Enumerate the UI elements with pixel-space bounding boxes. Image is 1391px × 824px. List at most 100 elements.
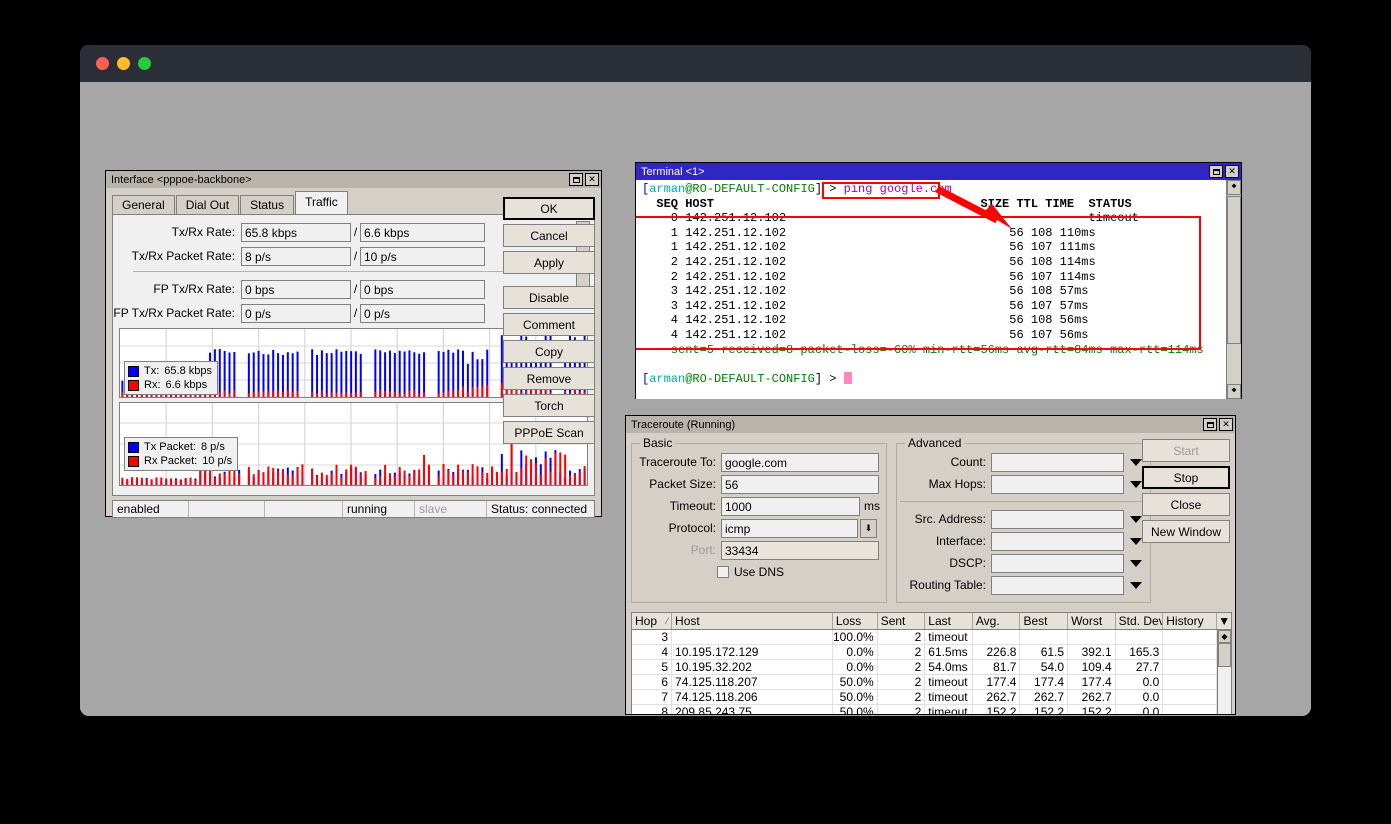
column-header-best[interactable]: Best <box>1020 613 1068 629</box>
cell-history <box>1163 630 1217 644</box>
input-interface[interactable] <box>991 532 1124 551</box>
legend-tx-packet-value: 8 p/s <box>201 440 225 454</box>
table-row[interactable]: 3100.0%2timeout <box>632 630 1231 645</box>
traceroute-titlebar[interactable]: Traceroute (Running) ✕ <box>626 416 1235 433</box>
scroll-up-icon[interactable]: ◆ <box>1218 630 1231 643</box>
terminal-titlebar[interactable]: Terminal <1> ✕ <box>636 163 1241 180</box>
cell-history <box>1163 660 1217 674</box>
scroll-down-icon[interactable]: ◆ <box>1227 384 1241 399</box>
legend-rx-packet-value: 10 p/s <box>202 454 232 468</box>
table-scrollbar[interactable]: ◆ <box>1217 630 1231 715</box>
column-header-worst[interactable]: Worst <box>1068 613 1116 629</box>
disable-button[interactable]: Disable <box>503 286 595 309</box>
input-timeout[interactable]: 1000 <box>721 497 860 516</box>
input-fp-rx-rate[interactable]: 0 bps <box>360 280 485 299</box>
protocol-dropdown-icon[interactable]: ⬇ <box>860 519 877 538</box>
cell-avg: 81.7 <box>973 660 1021 674</box>
input-count[interactable] <box>991 453 1124 472</box>
max-hops-dropdown-icon[interactable] <box>1130 481 1142 488</box>
close-button[interactable]: Close <box>1142 493 1230 516</box>
input-packet-size[interactable]: 56 <box>721 475 879 494</box>
input-max-hops[interactable] <box>991 475 1124 494</box>
copy-button[interactable]: Copy <box>503 340 595 363</box>
scroll-up-icon[interactable]: ◆ <box>1227 180 1241 195</box>
table-scroll-thumb[interactable] <box>1218 643 1231 667</box>
routing-table-dropdown-icon[interactable] <box>1130 582 1142 589</box>
stop-button[interactable]: Stop <box>1142 466 1230 489</box>
input-rx-packet-rate[interactable]: 10 p/s <box>360 247 485 266</box>
remove-button[interactable]: Remove <box>503 367 595 390</box>
ping-row-4: 2 142.251.12.102 56 107 114ms <box>642 270 1096 284</box>
comment-button[interactable]: Comment <box>503 313 595 336</box>
maximize-window-dot[interactable] <box>138 57 151 70</box>
close-icon[interactable]: ✕ <box>1225 165 1239 178</box>
input-fp-tx-packet-rate[interactable]: 0 p/s <box>241 304 351 323</box>
table-row[interactable]: 410.195.172.1290.0%261.5ms226.861.5392.1… <box>632 645 1231 660</box>
close-window-dot[interactable] <box>96 57 109 70</box>
apply-button[interactable]: Apply <box>503 251 595 274</box>
dscp-dropdown-icon[interactable] <box>1130 560 1142 567</box>
close-icon[interactable]: ✕ <box>585 173 599 186</box>
legend-tx-packet: Tx Packet: 8 p/s <box>128 440 232 454</box>
terminal-scrollbar[interactable]: ◆ ◆ <box>1226 180 1241 399</box>
input-traceroute-to[interactable]: google.com <box>721 453 879 472</box>
input-tx-packet-rate[interactable]: 8 p/s <box>241 247 351 266</box>
start-button[interactable]: Start <box>1142 439 1230 462</box>
column-header-avg[interactable]: Avg. <box>973 613 1021 629</box>
terminal-scroll-thumb[interactable] <box>1227 196 1241 344</box>
cell-worst: 152.2 <box>1068 705 1116 715</box>
restore-icon[interactable] <box>1203 418 1217 431</box>
restore-icon[interactable] <box>569 173 583 186</box>
torch-button[interactable]: Torch <box>503 394 595 417</box>
interface-statusbar: enabled running slave Status: connected <box>112 500 595 518</box>
input-fp-tx-rate[interactable]: 0 bps <box>241 280 351 299</box>
table-row[interactable]: 674.125.118.20750.0%2timeout177.4177.417… <box>632 675 1231 690</box>
count-dropdown-icon[interactable] <box>1130 459 1142 466</box>
use-dns-label: Use DNS <box>729 565 784 579</box>
interface-dropdown-icon[interactable] <box>1130 538 1142 545</box>
row-use-dns: Use DNS <box>631 561 887 583</box>
input-dscp[interactable] <box>991 554 1124 573</box>
use-dns-checkbox[interactable] <box>717 566 729 578</box>
column-header-history[interactable]: History <box>1163 613 1217 629</box>
column-header-std-dev[interactable]: Std. Dev. <box>1116 613 1164 629</box>
close-icon[interactable]: ✕ <box>1219 418 1233 431</box>
column-header-loss[interactable]: Loss <box>833 613 878 629</box>
sep-3: / <box>351 306 360 320</box>
table-row[interactable]: 510.195.32.2020.0%254.0ms81.754.0109.427… <box>632 660 1231 675</box>
cell-hop: 5 <box>632 660 672 674</box>
ok-button[interactable]: OK <box>503 197 595 220</box>
table-column-menu-icon[interactable]: ▼ <box>1217 613 1231 629</box>
tab-general[interactable]: General <box>112 195 175 214</box>
terminal-body[interactable]: [arman@RO-DEFAULT-CONFIG] > ping google.… <box>636 180 1241 399</box>
minimize-window-dot[interactable] <box>117 57 130 70</box>
cancel-button[interactable]: Cancel <box>503 224 595 247</box>
column-header-sent[interactable]: Sent <box>878 613 926 629</box>
pppoe-scan-button[interactable]: PPPoE Scan <box>503 421 595 444</box>
ping-row-8: 4 142.251.12.102 56 107 56ms <box>642 328 1088 342</box>
terminal-command: ping google.com <box>844 182 952 196</box>
tab-status[interactable]: Status <box>240 195 294 214</box>
table-row[interactable]: 774.125.118.20650.0%2timeout262.7262.726… <box>632 690 1231 705</box>
status-enabled: enabled <box>113 501 189 517</box>
input-src-address[interactable] <box>991 510 1124 529</box>
column-header-host[interactable]: Host <box>672 613 833 629</box>
new-window-button[interactable]: New Window <box>1142 520 1230 543</box>
input-tx-rate[interactable]: 65.8 kbps <box>241 223 351 242</box>
tab-traffic[interactable]: Traffic <box>295 191 348 214</box>
src-address-dropdown-icon[interactable] <box>1130 516 1142 523</box>
input-rx-rate[interactable]: 6.6 kbps <box>360 223 485 242</box>
column-header-hop[interactable]: Hop⁄ <box>632 613 672 629</box>
interface-window-titlebar[interactable]: Interface <pppoe-backbone> ✕ <box>106 171 601 188</box>
traceroute-form: Basic Traceroute To: google.com Packet S… <box>626 433 1235 609</box>
tab-dial-out[interactable]: Dial Out <box>176 195 239 214</box>
input-routing-table[interactable] <box>991 576 1124 595</box>
table-row[interactable]: 8209.85.243.7550.0%2timeout152.2152.2152… <box>632 705 1231 715</box>
row-max-hops: Max Hops: <box>896 473 1151 495</box>
column-header-last[interactable]: Last <box>925 613 973 629</box>
restore-icon[interactable] <box>1209 165 1223 178</box>
cell-hop: 4 <box>632 645 672 659</box>
input-fp-rx-packet-rate[interactable]: 0 p/s <box>360 304 485 323</box>
cell-sent: 2 <box>878 690 926 704</box>
input-protocol[interactable]: icmp <box>721 519 858 538</box>
